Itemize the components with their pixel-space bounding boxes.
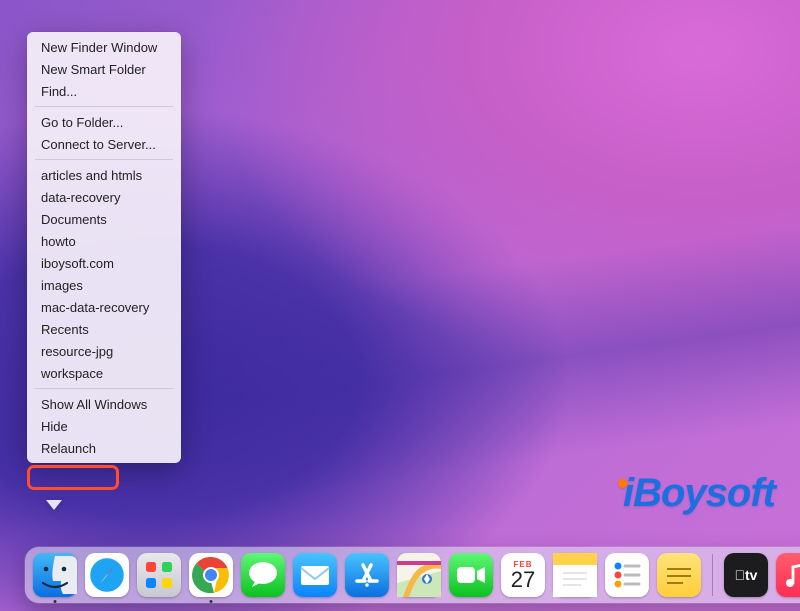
safari-icon[interactable]: [85, 553, 129, 597]
app-store-icon[interactable]: [345, 553, 389, 597]
menu-item-show-all-windows[interactable]: Show All Windows: [27, 393, 181, 415]
menu-item-find[interactable]: Find...: [27, 80, 181, 102]
calendar-day: 27: [501, 569, 545, 591]
menu-item-recent-recents[interactable]: Recents: [27, 318, 181, 340]
dock: FEB 27 tv: [25, 547, 800, 603]
menu-item-recent-resource-jpg[interactable]: resource-jpg: [27, 340, 181, 362]
running-indicator: [210, 600, 213, 603]
menu-item-connect-to-server[interactable]: Connect to Server...: [27, 133, 181, 155]
menu-item-recent-data-recovery[interactable]: data-recovery: [27, 186, 181, 208]
menu-item-hide[interactable]: Hide: [27, 415, 181, 437]
menu-item-relaunch[interactable]: Relaunch: [27, 437, 181, 459]
chrome-icon[interactable]: [189, 553, 233, 597]
calendar-icon[interactable]: FEB 27: [501, 553, 545, 597]
menu-separator: [35, 106, 173, 107]
menu-item-go-to-folder[interactable]: Go to Folder...: [27, 111, 181, 133]
tv-icon[interactable]: tv: [724, 553, 768, 597]
finder-icon[interactable]: [33, 553, 77, 597]
stickies-icon[interactable]: [657, 553, 701, 597]
facetime-icon[interactable]: [449, 553, 493, 597]
mail-icon[interactable]: [293, 553, 337, 597]
menu-item-new-smart-folder[interactable]: New Smart Folder: [27, 58, 181, 80]
messages-icon[interactable]: [241, 553, 285, 597]
watermark-logo: •iBoysoft: [613, 471, 775, 516]
music-icon[interactable]: [776, 553, 800, 597]
menu-item-recent-iboysoft[interactable]: iboysoft.com: [27, 252, 181, 274]
notes-icon[interactable]: [553, 553, 597, 597]
menu-item-new-finder-window[interactable]: New Finder Window: [27, 36, 181, 58]
menu-item-recent-mac-data-recovery[interactable]: mac-data-recovery: [27, 296, 181, 318]
dock-area: FEB 27 tv: [0, 543, 800, 611]
menu-separator: [35, 388, 173, 389]
menu-item-recent-howto[interactable]: howto: [27, 230, 181, 252]
menu-separator: [35, 159, 173, 160]
menu-item-recent-images[interactable]: images: [27, 274, 181, 296]
maps-icon[interactable]: [397, 553, 441, 597]
svg-text:tv: tv: [735, 567, 758, 583]
finder-context-menu: New Finder Window New Smart Folder Find.…: [27, 32, 181, 463]
dock-separator: [712, 554, 713, 596]
menu-item-recent-documents[interactable]: Documents: [27, 208, 181, 230]
launchpad-icon[interactable]: [137, 553, 181, 597]
menu-pointer-arrow: [46, 500, 62, 510]
menu-item-recent-workspace[interactable]: workspace: [27, 362, 181, 384]
menu-item-recent-articles-and-htmls[interactable]: articles and htmls: [27, 164, 181, 186]
reminders-icon[interactable]: [605, 553, 649, 597]
running-indicator: [54, 600, 57, 603]
